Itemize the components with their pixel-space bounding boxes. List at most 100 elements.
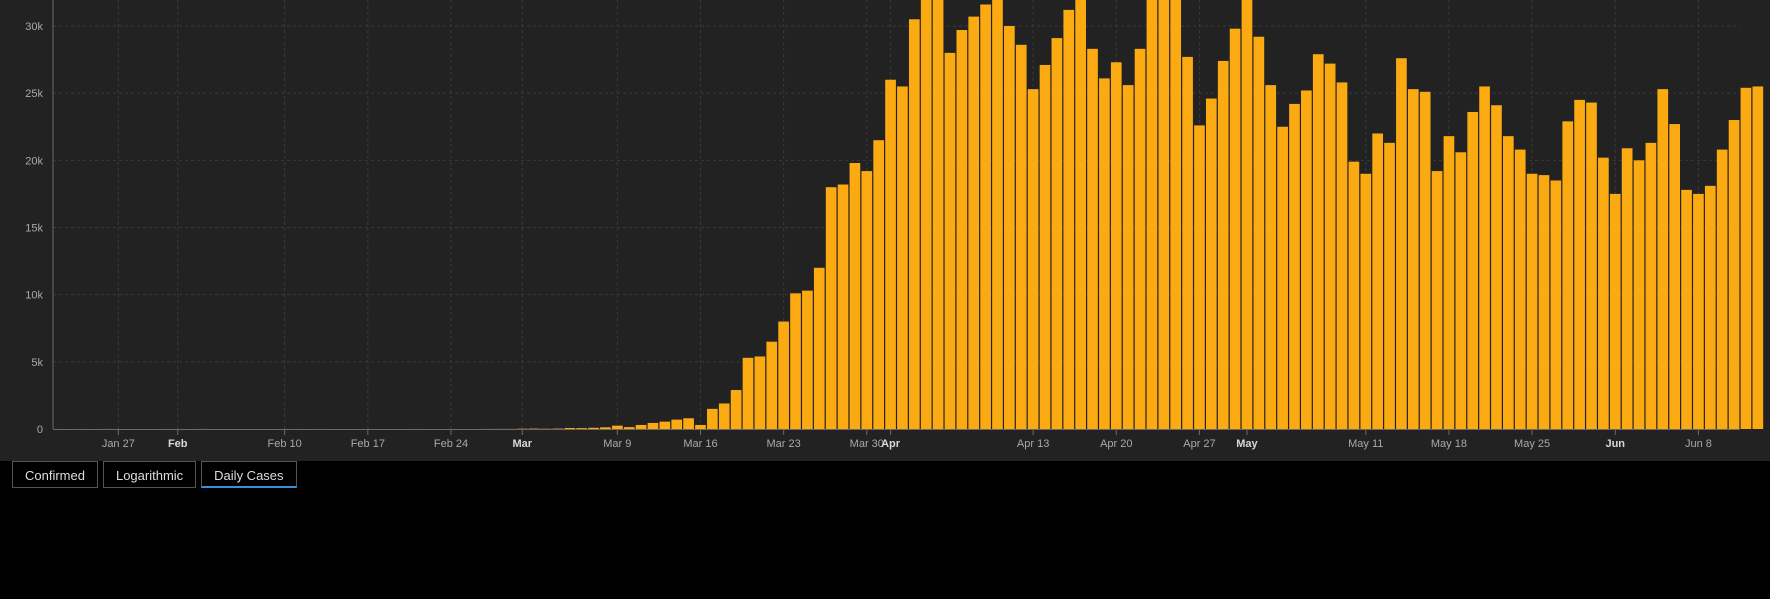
bar-2020-06-10[interactable]	[1716, 149, 1728, 429]
bar-2020-04-19[interactable]	[1099, 78, 1110, 429]
bar-2020-05-31[interactable]	[1598, 157, 1609, 429]
bar-2020-03-27[interactable]	[825, 187, 837, 429]
bar-2020-05-23[interactable]	[1502, 136, 1514, 430]
bar-2020-03-31[interactable]	[873, 140, 885, 429]
bar-2020-03-15[interactable]	[683, 418, 694, 429]
bar-2020-05-03[interactable]	[1265, 85, 1277, 430]
bar-2020-04-24[interactable]	[1158, 0, 1170, 429]
bar-2020-04-29[interactable]	[1217, 60, 1229, 429]
bar-2020-04-04[interactable]	[920, 0, 932, 429]
bar-2020-05-12[interactable]	[1372, 133, 1383, 429]
bar-2020-06-05[interactable]	[1657, 89, 1669, 430]
bar-2020-03-06[interactable]	[576, 428, 588, 429]
bar-2020-04-13[interactable]	[1027, 89, 1039, 430]
bar-2020-04-06[interactable]	[944, 52, 956, 429]
bar-2020-03-21[interactable]	[754, 356, 766, 429]
bar-2020-05-02[interactable]	[1253, 36, 1265, 429]
bar-2020-05-20[interactable]	[1467, 111, 1479, 430]
bar-undefined[interactable]	[1740, 87, 1752, 429]
bar-2020-04-02[interactable]	[897, 86, 908, 429]
bar-2020-06-02[interactable]	[1621, 148, 1633, 429]
bar-2020-05-24[interactable]	[1514, 149, 1526, 429]
bar-2020-03-20[interactable]	[742, 357, 754, 429]
tab-daily-cases[interactable]: Daily Cases	[201, 461, 297, 488]
bar-2020-05-27[interactable]	[1550, 180, 1562, 429]
bar-2020-03-12[interactable]	[647, 422, 659, 429]
bar-2020-04-26[interactable]	[1182, 56, 1193, 429]
bar-2020-03-11[interactable]	[635, 424, 647, 429]
bar-2020-06-11[interactable]	[1728, 120, 1740, 430]
bar-2020-04-17[interactable]	[1075, 0, 1086, 429]
bar-2020-03-19[interactable]	[730, 390, 742, 429]
bar-2020-05-14[interactable]	[1396, 58, 1407, 430]
bar-2020-06-07[interactable]	[1681, 189, 1692, 429]
bar-2020-05-13[interactable]	[1384, 142, 1395, 429]
bar-2020-06-06[interactable]	[1669, 124, 1680, 430]
bar-2020-05-11[interactable]	[1360, 173, 1372, 429]
bar-2020-05-09[interactable]	[1336, 82, 1348, 430]
bar-2020-05-16[interactable]	[1419, 91, 1431, 429]
bar-2020-03-07[interactable]	[588, 427, 599, 429]
bar-2020-03-10[interactable]	[623, 427, 635, 429]
bar-2020-04-21[interactable]	[1122, 85, 1134, 430]
bar-2020-04-05[interactable]	[932, 0, 944, 429]
bar-2020-03-09[interactable]	[611, 425, 623, 429]
bar-2020-06-01[interactable]	[1609, 193, 1621, 429]
bar-2020-04-30[interactable]	[1229, 28, 1241, 429]
bar-2020-05-04[interactable]	[1277, 126, 1288, 429]
bar-2020-03-29[interactable]	[849, 163, 861, 429]
bar-2020-03-23[interactable]	[778, 321, 789, 429]
bar-2020-05-19[interactable]	[1455, 152, 1467, 430]
bar-2020-03-25[interactable]	[802, 290, 813, 429]
bar-2020-05-21[interactable]	[1479, 86, 1490, 429]
bar-2020-03-05[interactable]	[564, 428, 576, 429]
bar-2020-06-08[interactable]	[1693, 193, 1704, 429]
bar-2020-05-17[interactable]	[1431, 171, 1443, 429]
bar-2020-05-30[interactable]	[1586, 102, 1597, 429]
bar-2020-03-26[interactable]	[813, 267, 825, 429]
tab-logarithmic[interactable]: Logarithmic	[102, 461, 197, 488]
bar-2020-06-04[interactable]	[1645, 142, 1657, 429]
bar-2020-04-20[interactable]	[1110, 62, 1122, 430]
bar-2020-03-28[interactable]	[837, 184, 849, 429]
tab-confirmed[interactable]: Confirmed	[12, 461, 98, 488]
bar-2020-05-26[interactable]	[1538, 175, 1550, 429]
bar-2020-05-08[interactable]	[1324, 63, 1336, 429]
bar-2020-04-23[interactable]	[1146, 0, 1158, 429]
bar-2020-05-22[interactable]	[1491, 105, 1502, 430]
bar-2020-05-06[interactable]	[1301, 90, 1312, 429]
bar-2020-04-15[interactable]	[1051, 38, 1063, 430]
bar-2020-05-07[interactable]	[1312, 54, 1324, 430]
bar-2020-05-28[interactable]	[1562, 121, 1574, 430]
bar-2020-03-30[interactable]	[861, 171, 873, 429]
bar-2020-05-18[interactable]	[1443, 136, 1455, 430]
bar-2020-03-16[interactable]	[695, 424, 706, 429]
bar-2020-04-22[interactable]	[1134, 48, 1146, 429]
bar-2020-05-10[interactable]	[1348, 161, 1360, 429]
bar-2020-04-28[interactable]	[1205, 98, 1217, 429]
bar-2020-03-13[interactable]	[659, 421, 671, 429]
bar-2020-04-12[interactable]	[1015, 44, 1027, 429]
bar-undefined[interactable]	[1752, 86, 1764, 429]
bar-2020-06-09[interactable]	[1704, 185, 1716, 429]
bar-2020-04-11[interactable]	[1004, 26, 1015, 429]
bar-2020-06-03[interactable]	[1633, 160, 1645, 430]
bar-2020-03-18[interactable]	[718, 403, 730, 429]
bar-2020-04-09[interactable]	[980, 4, 991, 430]
bar-2020-05-29[interactable]	[1574, 99, 1585, 429]
bar-2020-05-05[interactable]	[1289, 103, 1300, 429]
bar-2020-05-01[interactable]	[1241, 0, 1253, 429]
bar-2020-03-17[interactable]	[707, 408, 718, 429]
bar-2020-03-22[interactable]	[766, 341, 778, 429]
bar-2020-04-07[interactable]	[956, 30, 968, 430]
bar-2020-03-14[interactable]	[671, 419, 683, 429]
bar-2020-04-25[interactable]	[1170, 0, 1182, 429]
bar-2020-04-03[interactable]	[908, 19, 920, 430]
bar-2020-04-16[interactable]	[1063, 9, 1075, 429]
bar-2020-05-15[interactable]	[1407, 89, 1419, 430]
bar-2020-03-08[interactable]	[600, 427, 611, 429]
bar-2020-03-24[interactable]	[790, 293, 801, 429]
bar-2020-04-08[interactable]	[968, 16, 980, 429]
bar-2020-04-18[interactable]	[1087, 48, 1098, 429]
bar-2020-04-10[interactable]	[992, 0, 1003, 429]
